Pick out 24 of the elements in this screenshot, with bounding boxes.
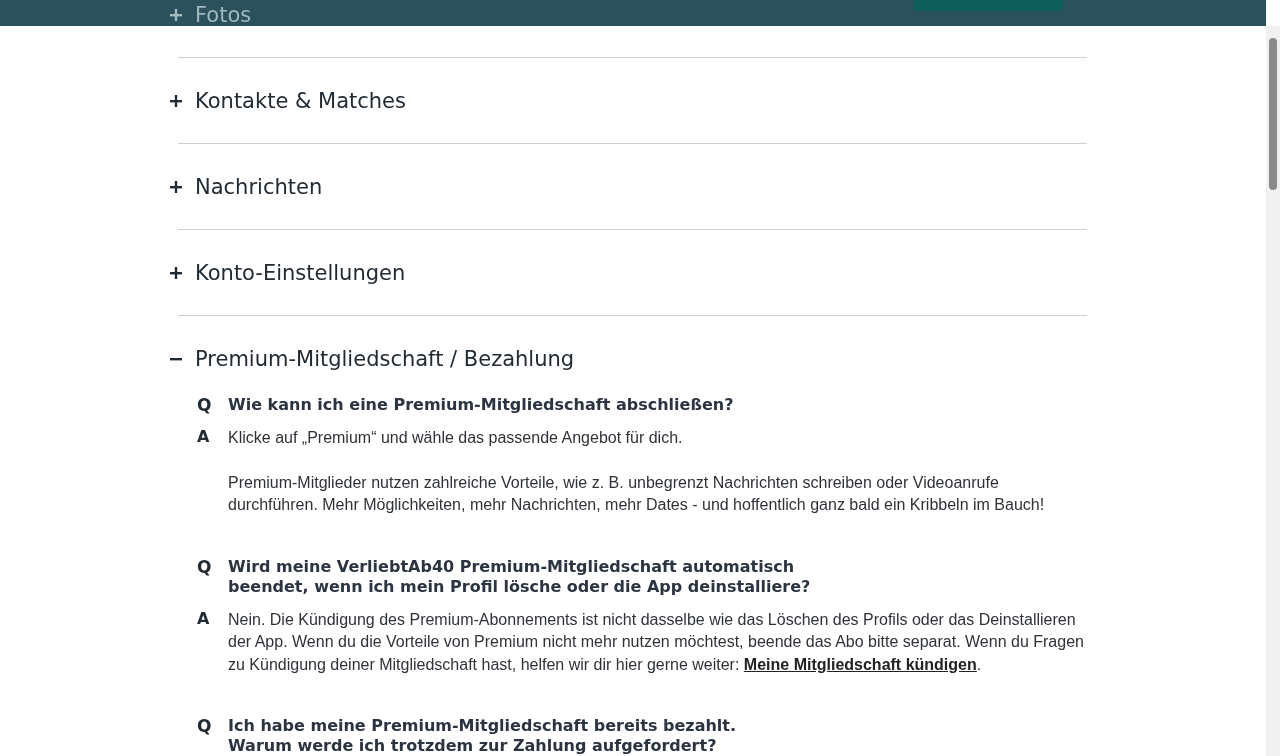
plus-icon[interactable] (170, 94, 182, 107)
question-mark-label: Q (197, 395, 213, 415)
question-text: Warum werde ich trotzdem zur Zahlung aufgefordert? (228, 736, 718, 756)
question-text: Wird meine VerliebtAb40 Premium-Mitgliedschaft automatisch (228, 556, 796, 577)
question-mark-label: Q (197, 556, 213, 579)
question-mark-label: Q (197, 716, 213, 738)
answer-paragraph: Nein. Die Kündigung des Premium-Abonnements ist nicht dasselbe wie das Löschen des Profils oder das Deinstallieren der App. Wenn du die Vorteile von Premium nicht mehr nutzen möchtest, beende das Abo bitte separat. Wenn du Fragen zu Kündigung deiner Mitgliedschaft hast, helfen wir dir hier gerne weiter: Meine Mitgliedschaft kündigen. (228, 609, 1085, 675)
section-title[interactable]: Fotos (195, 0, 252, 29)
section-title[interactable]: Konto-Einstellungen (195, 258, 406, 287)
question-text: Wie kann ich eine Premium-Mitgliedschaft abschließen? (228, 395, 734, 415)
question-text: Ich habe meine Premium-Mitgliedschaft bereits bezahlt. (228, 716, 737, 736)
plus-icon[interactable] (170, 180, 182, 193)
section-title[interactable]: Kontakte & Matches (195, 86, 406, 115)
cancel-membership-link[interactable]: Meine Mitgliedschaft kündigen (743, 655, 977, 673)
question-text: beendet, wenn ich mein Profil lösche oder die App deinstalliere? (228, 576, 811, 597)
section-title[interactable]: Premium-Mitgliedschaft / Bezahlung (195, 344, 575, 373)
plus-icon[interactable] (170, 266, 182, 279)
section-title[interactable]: Nachrichten (195, 172, 323, 201)
scrollbar[interactable] (1266, 26, 1280, 756)
answer-paragraph: Premium-Mitglieder nutzen zahlreiche Vorteile, wie z. B. unbegrenzt Nachrichten schreiben oder Videoanrufe durchführen. Mehr Möglichkeiten, mehr Nachrichten, mehr Dates - und hoffentlich ganz bald ein Kribbeln im Bauch! (228, 472, 1046, 515)
scrollbar-thumb[interactable] (1269, 38, 1277, 190)
answer-mark-label: A (197, 608, 211, 630)
answer-mark-label: A (197, 427, 211, 448)
answer-paragraph: Klicke auf „Premium“ und wähle das passende Angebot für dich. (228, 428, 684, 448)
